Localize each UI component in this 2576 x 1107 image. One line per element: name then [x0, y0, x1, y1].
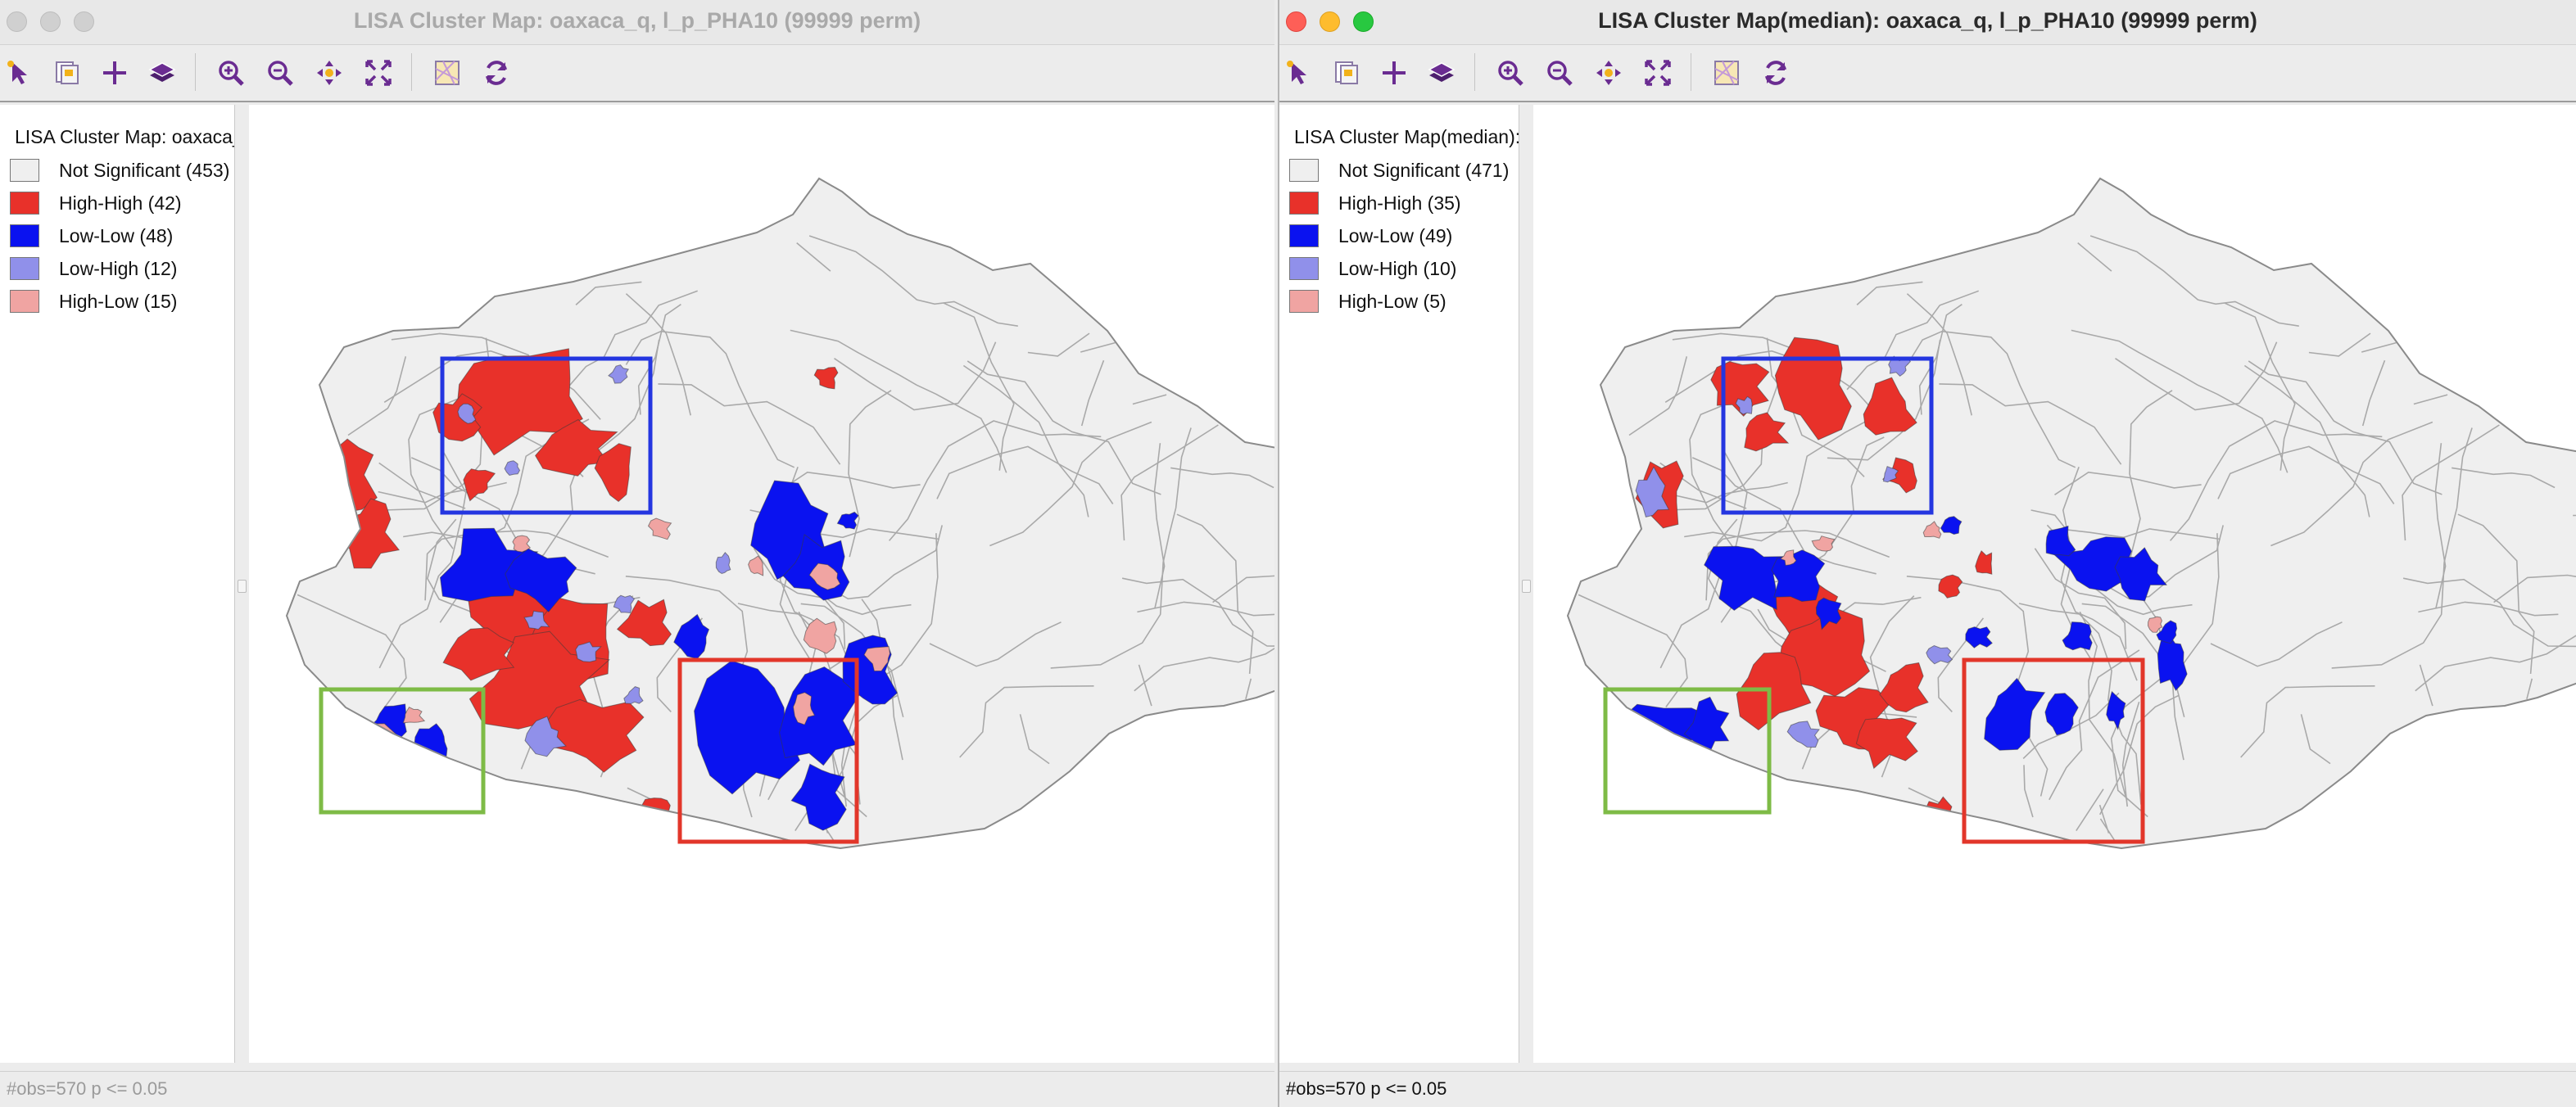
legend-swatch — [10, 192, 39, 215]
layers-icon — [148, 62, 176, 82]
map-toolbar — [0, 45, 1274, 102]
window-title: LISA Cluster Map(median): oaxaca_q, l_p_… — [1598, 8, 2257, 33]
layers-button[interactable] — [144, 55, 180, 91]
map-toolbar — [1279, 45, 2576, 102]
zoom-out-button[interactable] — [1542, 55, 1578, 91]
choropleth-map[interactable] — [1533, 105, 2576, 1063]
splitter-grip[interactable] — [1522, 580, 1531, 593]
fit-extent-icon — [1645, 60, 1671, 86]
legend-label: High-Low (5) — [1338, 291, 1446, 312]
choropleth-map[interactable] — [249, 105, 1274, 1063]
legend-label: Low-High (10) — [1338, 258, 1457, 279]
legend-label: Low-Low (49) — [1338, 225, 1453, 246]
legend-pane[interactable]: LISA Cluster Map: oaxaca_q, l_p_PHA10 (9… — [0, 105, 235, 1063]
basemap-icon — [1714, 61, 1739, 85]
zoom-in-button[interactable] — [213, 55, 249, 91]
status-text: #obs=570 p <= 0.05 — [1286, 1078, 1447, 1099]
splitter-grip[interactable] — [238, 580, 247, 593]
fit-extent-icon — [365, 60, 392, 86]
cluster-high-low[interactable] — [314, 723, 399, 793]
basemap-icon — [435, 61, 460, 85]
toolbar-separator — [195, 53, 196, 91]
legend-label: Low-Low (48) — [59, 225, 174, 246]
title-bar[interactable]: LISA Cluster Map(median): oaxaca_q, l_p_… — [1279, 0, 2576, 45]
basemap-button[interactable] — [429, 55, 465, 91]
window-title: LISA Cluster Map: oaxaca_q, l_p_PHA10 (9… — [353, 8, 921, 33]
pane-splitter[interactable] — [235, 105, 248, 1063]
legend-label: High-Low (15) — [59, 291, 178, 312]
zoom-out-icon — [1547, 61, 1573, 86]
legend-pane[interactable]: LISA Cluster Map(median): oaxaca_q, l_p_… — [1279, 105, 1519, 1063]
toolbar-separator — [411, 53, 412, 91]
legend-label: Not Significant (453) — [59, 160, 230, 181]
copy-to-clipboard-button[interactable] — [1329, 55, 1365, 91]
pan-icon — [317, 61, 342, 85]
zoom-out-button[interactable] — [262, 55, 298, 91]
basemap-button[interactable] — [1709, 55, 1745, 91]
lisa-cluster-map-window[interactable]: LISA Cluster Map: oaxaca_q, l_p_PHA10 (9… — [0, 0, 1274, 1107]
copy-to-clipboard-icon — [56, 61, 79, 84]
legend-label: Low-High (12) — [59, 258, 178, 279]
legend-swatch — [10, 257, 39, 280]
layers-icon — [1428, 62, 1456, 82]
map-canvas[interactable] — [1533, 105, 2576, 1063]
pan-button[interactable] — [311, 55, 347, 91]
legend-title: LISA Cluster Map(median): oaxaca_q, l_p_… — [1294, 126, 1519, 147]
select-pointer-button[interactable] — [1281, 55, 1317, 91]
copy-to-clipboard-icon — [1335, 61, 1358, 84]
cluster-high-low[interactable] — [1673, 744, 1692, 763]
pane-splitter[interactable] — [1519, 105, 1532, 1063]
refresh-icon — [1765, 61, 1786, 85]
refresh-icon — [486, 61, 507, 85]
legend-swatch — [1289, 192, 1319, 215]
cluster-high-low[interactable] — [350, 749, 410, 793]
title-bar[interactable]: LISA Cluster Map: oaxaca_q, l_p_PHA10 (9… — [0, 0, 1274, 45]
status-bar: #obs=570 p <= 0.05 — [1279, 1071, 2576, 1107]
legend-swatch — [1289, 224, 1319, 247]
status-bar: #obs=570 p <= 0.05 — [0, 1071, 1274, 1107]
legend-label: High-High (35) — [1338, 192, 1461, 214]
zoom-in-icon — [219, 61, 244, 86]
layers-button[interactable] — [1424, 55, 1460, 91]
add-layer-plus-icon — [103, 61, 126, 84]
add-layer-plus-icon — [1383, 61, 1406, 84]
status-text: #obs=570 p <= 0.05 — [7, 1078, 168, 1099]
zoom-in-button[interactable] — [1492, 55, 1528, 91]
state-outline — [1568, 178, 2576, 848]
copy-to-clipboard-button[interactable] — [49, 55, 85, 91]
cluster-low-low[interactable] — [1771, 549, 1826, 603]
refresh-button[interactable] — [1758, 55, 1794, 91]
pan-button[interactable] — [1591, 55, 1627, 91]
legend-swatch — [10, 290, 39, 313]
fit-extent-button[interactable] — [1640, 55, 1676, 91]
legend-swatch — [1289, 257, 1319, 280]
pan-icon — [1596, 61, 1621, 85]
legend-label: High-High (42) — [59, 192, 182, 214]
legend-swatch — [10, 224, 39, 247]
lisa-cluster-map-median-window[interactable]: LISA Cluster Map(median): oaxaca_q, l_p_… — [1278, 0, 2576, 1107]
add-layer-plus-button[interactable] — [97, 55, 133, 91]
zoom-out-icon — [268, 61, 293, 86]
select-pointer-icon — [7, 61, 27, 84]
refresh-button[interactable] — [478, 55, 514, 91]
fit-extent-button[interactable] — [360, 55, 396, 91]
legend-swatch — [1289, 159, 1319, 182]
select-pointer-icon — [1287, 61, 1306, 84]
legend-swatch — [1289, 290, 1319, 313]
legend-label: Not Significant (471) — [1338, 160, 1510, 181]
map-canvas[interactable] — [249, 105, 1274, 1063]
select-pointer-button[interactable] — [2, 55, 38, 91]
legend-title: LISA Cluster Map: oaxaca_q, l_p_PHA10 (9… — [15, 126, 234, 147]
toolbar-separator — [1474, 53, 1475, 91]
legend-swatch — [10, 159, 39, 182]
add-layer-plus-button[interactable] — [1376, 55, 1412, 91]
zoom-in-icon — [1498, 61, 1523, 86]
